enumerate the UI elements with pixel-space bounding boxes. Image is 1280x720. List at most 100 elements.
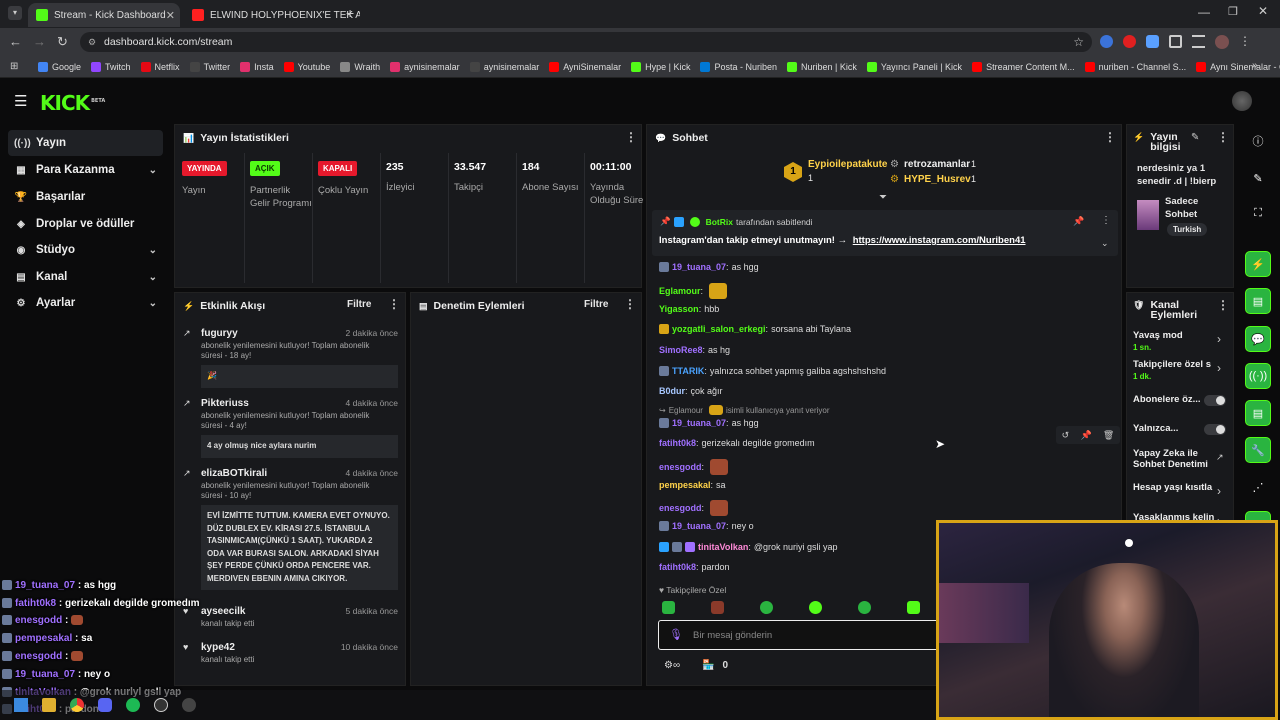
chat-username[interactable]: fatiht0k8 — [659, 562, 696, 572]
chat-message[interactable]: 19_tuana_07: ney o — [659, 521, 754, 531]
chat-message[interactable]: tinitaVolkan: @grok nuriyi gsli yap — [659, 542, 838, 552]
hamburger-menu-icon[interactable]: ☰ — [14, 92, 27, 110]
user-avatar[interactable] — [1232, 91, 1252, 111]
apps-grid-icon[interactable]: ⊞ — [10, 61, 18, 72]
sidebar-item-st-dyo[interactable]: ◉ Stüdyo ⌄ — [8, 237, 163, 263]
browser-menu-icon[interactable]: ▾ — [8, 6, 22, 20]
bookmark-item[interactable]: Posta - Nuriben — [700, 61, 777, 72]
chat-input[interactable]: 🎙 Bir mesaj gönderin — [658, 620, 958, 650]
chat-username[interactable]: B0dur — [659, 386, 685, 396]
chevron-right-icon[interactable]: › — [1217, 484, 1221, 498]
folder-icon[interactable] — [42, 698, 56, 712]
edit-icon[interactable]: ✎ — [1191, 132, 1199, 143]
pinned-by-user[interactable]: BotRix — [706, 217, 733, 227]
activity-event[interactable]: ↗ Pikteriuss 4 dakika önce abonelik yenilem… — [183, 397, 398, 458]
emote-icon[interactable] — [711, 601, 724, 614]
bookmark-item[interactable]: Netflix — [140, 61, 180, 72]
more-options-icon[interactable]: ⋮ — [1217, 130, 1229, 144]
top-gifter-name[interactable]: Eypioilepatakute — [808, 159, 887, 170]
chat-message[interactable]: enesgodd: — [659, 459, 729, 475]
store-icon[interactable]: 🏪 — [702, 660, 714, 671]
bookmark-item[interactable]: Aynı Sinemalar - Ça... — [1196, 61, 1280, 72]
emote-icon[interactable] — [809, 601, 822, 614]
extension-icons[interactable]: ⋮ — [1100, 35, 1251, 49]
chat-message[interactable]: fatiht0k8: pardon — [659, 562, 730, 572]
steam-icon[interactable] — [182, 698, 196, 712]
tab-kick-dashboard[interactable]: Stream - Kick Dashboard ✕ — [28, 3, 180, 27]
chrome-icon[interactable] — [70, 698, 84, 712]
bookmark-item[interactable]: Google — [38, 61, 81, 72]
close-window-icon[interactable]: ✕ — [1258, 4, 1268, 18]
bookmark-item[interactable]: Youtube — [283, 61, 330, 72]
rail-pencil-icon[interactable]: ✎ — [1245, 165, 1271, 191]
rail-layers-icon[interactable]: ▤ — [1245, 400, 1271, 426]
chat-username[interactable]: fatiht0k8 — [659, 438, 696, 448]
bookmark-item[interactable]: AyniSinemalar — [549, 61, 621, 72]
chat-message[interactable]: SimoRee8: as hg — [659, 345, 730, 355]
bookmark-item[interactable]: Twitter — [189, 61, 230, 72]
windows-start-icon[interactable] — [14, 698, 28, 712]
profile-avatar-icon[interactable] — [1215, 35, 1229, 49]
more-options-icon[interactable]: ⋮ — [624, 297, 636, 311]
more-options-icon[interactable]: ⋮ — [625, 130, 637, 144]
chat-username[interactable]: TTARIK — [672, 366, 704, 376]
chat-message[interactable]: Yigasson: hbb — [659, 304, 719, 314]
collapse-gifters-icon[interactable]: ⏷ — [879, 192, 887, 203]
more-options-icon[interactable]: ⋮ — [1104, 130, 1116, 144]
extension-icon[interactable] — [1100, 35, 1113, 48]
chat-username[interactable]: tinitaVolkan — [698, 542, 748, 552]
discord-icon[interactable] — [98, 698, 112, 712]
chat-message[interactable]: 19_tuana_07: as hgg — [659, 418, 759, 428]
chevron-right-icon[interactable]: › — [1217, 332, 1221, 346]
bookmark-item[interactable]: Hype | Kick — [631, 61, 690, 72]
activity-event[interactable]: ♥ ayseecilk 5 dakika önce kanalı takip etti — [183, 605, 398, 629]
close-tab-icon[interactable]: ✕ — [166, 9, 175, 22]
kick-logo[interactable]: KICK BETA — [40, 91, 105, 115]
chat-message[interactable]: pempesakal: sa — [659, 480, 726, 490]
bookmark-item[interactable]: aynisinemalar — [390, 61, 460, 72]
rail-fullscreen-icon[interactable]: ⛶ — [1245, 200, 1271, 226]
spotify-icon[interactable] — [126, 698, 140, 712]
chat-message[interactable]: Eglamour: — [659, 283, 728, 299]
rail-share-icon[interactable]: ⋰ — [1245, 474, 1271, 500]
site-info-icon[interactable]: ⚙ — [88, 37, 96, 48]
language-tag[interactable]: Turkish — [1167, 223, 1208, 236]
more-options-icon[interactable]: ⋮ — [1217, 298, 1229, 312]
top-gifter-name[interactable]: HYPE_Husrev — [904, 174, 971, 185]
category-name[interactable]: Sadece Sohbet — [1165, 195, 1225, 221]
emote-icon[interactable] — [662, 601, 675, 614]
toggle-switch[interactable] — [1204, 395, 1226, 406]
chat-username[interactable]: 19_tuana_07 — [672, 521, 726, 531]
forward-icon[interactable]: → — [33, 34, 46, 50]
reply-icon[interactable]: ↺ — [1062, 430, 1070, 441]
chat-message[interactable]: 19_tuana_07: as hgg — [659, 262, 759, 272]
rail-info-icon[interactable]: ⓘ — [1245, 128, 1271, 154]
minimize-window-icon[interactable]: — — [1198, 5, 1210, 19]
rail-broadcast-icon[interactable]: ((·)) — [1245, 363, 1271, 389]
chat-username[interactable]: Eglamour — [659, 286, 701, 296]
sidebar-item-yay-n[interactable]: ((·)) Yayın — [8, 130, 163, 156]
moderation-filter-button[interactable]: Filtre — [584, 299, 608, 310]
chat-username[interactable]: yozgatli_salon_erkegi — [672, 324, 766, 334]
bookmark-item[interactable]: Twitch — [91, 61, 131, 72]
emote-icon[interactable] — [760, 601, 773, 614]
sidebar-item-kanal[interactable]: ▤ Kanal ⌄ — [8, 264, 163, 290]
category-thumbnail[interactable] — [1137, 200, 1159, 230]
bookmark-item[interactable]: aynisinemalar — [469, 61, 539, 72]
expand-chevron-icon[interactable]: ⌄ — [1101, 238, 1109, 249]
restore-window-icon[interactable]: ❐ — [1228, 5, 1238, 18]
chat-message[interactable]: fatiht0k8: gerizekalı degilde gromedım — [659, 438, 815, 448]
back-icon[interactable]: ← — [9, 34, 22, 50]
bookmark-item[interactable]: Insta — [240, 61, 274, 72]
bookmark-star-icon[interactable]: ☆ — [1073, 35, 1084, 49]
obs-icon[interactable] — [154, 698, 168, 712]
chat-message[interactable]: TTARIK: yalnızca sohbet yapmış galiba ags… — [659, 366, 886, 376]
chat-username[interactable]: pempesakal — [659, 480, 711, 490]
tab-youtube[interactable]: ELWIND HOLYPHOENIX'E TEK A ✕ — [184, 3, 360, 27]
chat-message[interactable]: B0dur: çok ağır — [659, 386, 723, 396]
media-control-icon[interactable] — [1192, 35, 1205, 48]
chat-message[interactable]: enesgodd: — [659, 500, 729, 516]
bookmark-item[interactable]: Nuriben | Kick — [786, 61, 857, 72]
channel-action-item[interactable]: Hesap yaşı kısıtla — [1133, 482, 1228, 493]
sidebar-item-ayarlar[interactable]: ⚙ Ayarlar ⌄ — [8, 290, 163, 316]
